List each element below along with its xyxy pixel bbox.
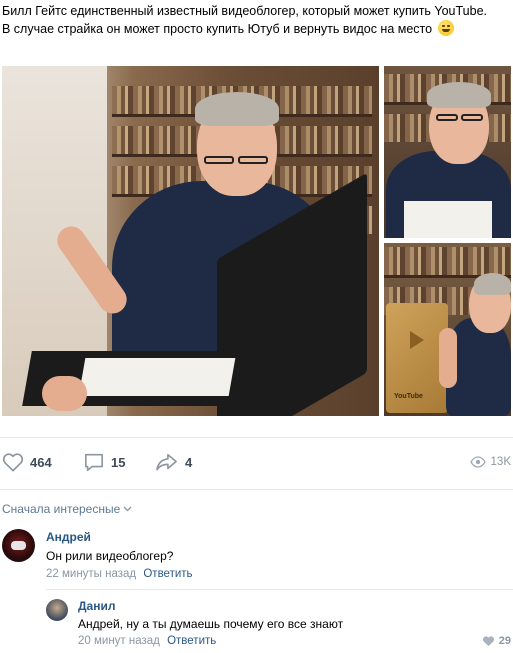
comment-text: Он рили видеоблогер? [46,549,174,563]
comment-meta: 22 минуты назад Ответить [46,568,193,580]
heart-icon [2,453,24,472]
share-button[interactable]: 4 [155,452,192,472]
post-text-line-2-content: В случае страйка он может просто купить … [2,22,433,36]
comment-like-count: 29 [498,635,511,647]
comment-item: Андрей Он рили видеоблогер? 22 минуты на… [0,525,513,585]
divider [0,437,513,438]
post-actions: 464 15 4 13K [0,450,513,476]
views-count: 13K [490,456,511,468]
post-photo-bottom-right[interactable]: YouTube [384,243,511,416]
share-count: 4 [185,454,193,470]
post-text-line-1: Билл Гейтс единственный известный видеоб… [2,4,488,18]
eye-icon [469,456,486,468]
comment-count: 15 [111,454,126,470]
play-icon [410,331,424,349]
comments-sort-label: Сначала интересные [2,502,121,516]
person-hand [42,376,87,411]
post-text-line-2: В случае страйка он может просто купить … [2,20,507,38]
person-hair [474,273,511,295]
post-photo-top-right[interactable] [384,66,511,238]
avatar-detail [11,541,26,550]
comment-like-button[interactable]: 29 [482,635,511,647]
bookshelf-row [384,247,511,275]
comment-time[interactable]: 22 минуты назад [46,568,136,580]
comment-meta: 20 минут назад Ответить [78,635,216,647]
like-button[interactable]: 464 [2,452,52,472]
avatar[interactable] [2,529,35,562]
comment-item: Данил Андрей, ну а ты думаешь почему его… [0,594,513,653]
comment-author[interactable]: Данил [78,599,115,613]
comment-text: Андрей, ну а ты думаешь почему его все з… [78,617,344,631]
comment-time[interactable]: 20 минут назад [78,635,160,647]
grinning-face-emoji-icon [437,20,454,36]
reply-button[interactable]: Ответить [143,568,192,580]
person-hair [195,92,279,126]
glasses-right [238,156,268,164]
box-paper [78,358,236,396]
divider [46,589,513,590]
post-text: Билл Гейтс единственный известный видеоб… [2,2,507,38]
comment-icon [85,453,103,471]
glasses-left [436,114,458,121]
comment-button[interactable]: 15 [83,452,125,472]
person-hair [427,82,491,108]
glasses-right [461,114,483,121]
comment-author[interactable]: Андрей [46,530,91,544]
reply-button[interactable]: Ответить [167,635,216,647]
avatar[interactable] [46,599,68,621]
comments-sort-dropdown[interactable]: Сначала интересные [2,502,132,516]
chevron-down-icon [123,506,132,512]
paper-sheet [404,201,492,238]
share-icon [156,453,177,471]
views-counter: 13K [469,456,511,468]
heart-icon [482,636,494,647]
divider [0,489,513,490]
post-photo-main[interactable] [2,66,379,416]
plaque-youtube-text: YouTube [394,393,423,400]
glasses-left [204,156,234,164]
like-count: 464 [30,454,52,470]
person-arm [439,328,457,388]
